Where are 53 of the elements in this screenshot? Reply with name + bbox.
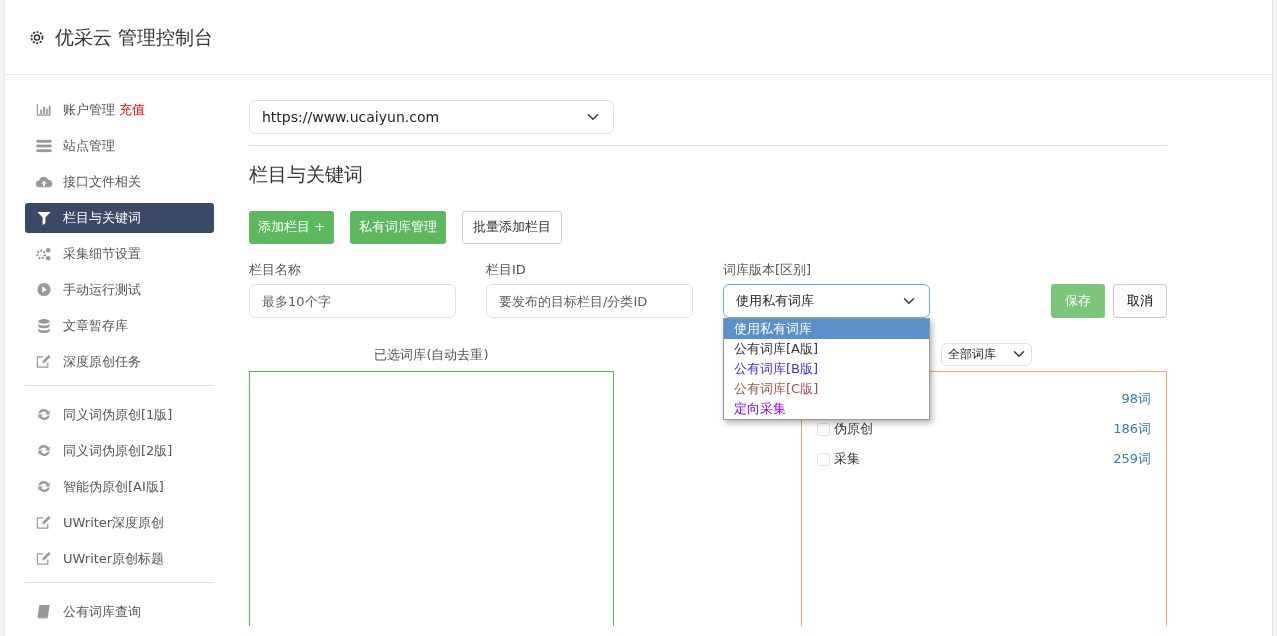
sidebar-item[interactable]: 深度原创任务 (25, 347, 214, 377)
filter-icon (35, 210, 53, 226)
checkbox[interactable] (817, 452, 830, 466)
refresh-icon (35, 443, 53, 459)
refresh-icon (35, 407, 53, 423)
cloud-upload-icon (35, 174, 53, 190)
sidebar-item[interactable]: 手动运行测试 (25, 275, 214, 305)
sidebar-item[interactable]: 账户管理 充值 (25, 95, 214, 125)
sidebar-item[interactable]: 采集细节设置 (25, 239, 214, 269)
dropdown-option[interactable]: 公有词库[A版] (724, 339, 929, 359)
field-label: 栏目ID (486, 260, 527, 279)
action-button[interactable]: 批量添加栏目 (462, 210, 563, 244)
dropdown-option[interactable]: 定向采集 (724, 399, 929, 419)
dropdown-option[interactable]: 公有词库[B版] (724, 359, 929, 379)
sidebar-item[interactable]: 栏目与关键词 (25, 203, 214, 233)
field-label: 词库版本[区别] (723, 260, 813, 279)
cancel-button[interactable]: 取消 (1113, 284, 1167, 318)
sidebar-item[interactable]: 接口文件相关 (25, 167, 214, 197)
sidebar-item[interactable]: 文章暂存库 (25, 311, 214, 341)
library-select[interactable]: 使用私有词库 (723, 284, 930, 318)
dropdown-option[interactable]: 公有词库[C版] (724, 379, 929, 399)
list-label: 已选词库(自动去重) (374, 346, 489, 362)
checkbox[interactable] (817, 422, 830, 436)
play-icon (35, 282, 53, 298)
sidebar-item[interactable]: UWriter深度原创 (25, 508, 214, 538)
library-name: 伪原创 (834, 420, 873, 439)
chart-icon (35, 102, 53, 118)
input-field[interactable]: 最多10个字 (249, 284, 456, 318)
sidebar-item[interactable]: 公有词库查询 (25, 597, 214, 627)
library-filter-select[interactable]: 全部词库 (941, 342, 1032, 366)
database-icon (35, 318, 53, 334)
section-title: 栏目与关键词 (249, 162, 364, 187)
word-count: 186词 (1113, 420, 1151, 439)
sidebar-item[interactable]: 智能伪原创[AI版] (25, 472, 214, 502)
site-select[interactable]: https://www.ucaiyun.com (249, 100, 614, 134)
refresh-icon (35, 479, 53, 495)
sidebar-item[interactable]: 站点管理 (25, 131, 214, 161)
word-count: 259词 (1113, 450, 1151, 469)
field-label: 栏目名称 (249, 260, 302, 279)
app-title: 优采云 管理控制台 (55, 24, 214, 50)
edit-icon (35, 354, 53, 370)
library-name: 采集 (834, 450, 860, 469)
book-icon (35, 604, 53, 620)
edit-icon (35, 551, 53, 567)
server-icon (35, 138, 53, 154)
sidebar-item[interactable]: 同义词伪原创[2版] (25, 436, 214, 466)
word-count: 98词 (1121, 390, 1151, 409)
edit-icon (35, 515, 53, 531)
input-field[interactable]: 要发布的目标栏目/分类ID (486, 284, 693, 318)
gears-icon (35, 246, 53, 262)
sidebar-item[interactable]: UWriter原创标题 (25, 544, 214, 574)
recharge-link[interactable]: 充值 (119, 100, 145, 120)
sidebar-item[interactable]: 同义词伪原创[1版] (25, 400, 214, 430)
